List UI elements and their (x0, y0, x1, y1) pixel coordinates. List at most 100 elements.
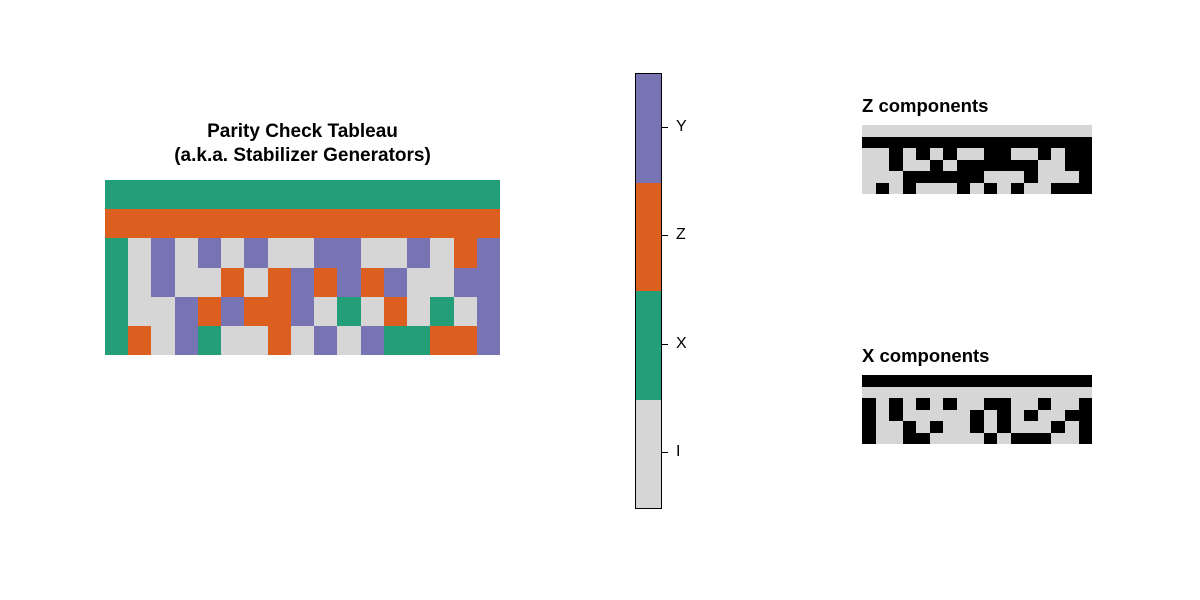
tableau-cell (407, 180, 430, 209)
matrix-cell (997, 410, 1011, 422)
tableau-cell (384, 326, 407, 355)
tableau-cell (314, 297, 337, 326)
tableau-cell (477, 326, 500, 355)
tableau-cell (291, 209, 314, 238)
matrix-cell (970, 421, 984, 433)
tableau-cell (128, 238, 151, 267)
matrix-cell (1065, 398, 1079, 410)
matrix-cell (984, 421, 998, 433)
colorbar-tick (661, 235, 668, 236)
matrix-cell (970, 433, 984, 445)
matrix-cell (1051, 398, 1065, 410)
matrix-cell (1011, 375, 1025, 387)
matrix-cell (876, 433, 890, 445)
matrix-cell (970, 398, 984, 410)
tableau-cell (244, 209, 267, 238)
tableau-cell (384, 180, 407, 209)
matrix-cell (862, 137, 876, 149)
matrix-cell (876, 421, 890, 433)
matrix-cell (1011, 421, 1025, 433)
tableau-cell (244, 326, 267, 355)
matrix-cell (1065, 183, 1079, 195)
tableau-cell (221, 180, 244, 209)
tableau-cell (477, 180, 500, 209)
tableau-cell (407, 209, 430, 238)
matrix-cell (1051, 387, 1065, 399)
tableau-cell (407, 238, 430, 267)
tableau-cell (268, 180, 291, 209)
matrix-cell (916, 171, 930, 183)
matrix-cell (903, 398, 917, 410)
matrix-cell (916, 410, 930, 422)
tableau-cell (128, 268, 151, 297)
matrix-cell (1079, 125, 1093, 137)
matrix-cell (997, 183, 1011, 195)
matrix-cell (957, 421, 971, 433)
colorbar-segment-x (636, 291, 661, 400)
matrix-cell (957, 137, 971, 149)
tableau-cell (105, 180, 128, 209)
matrix-cell (876, 387, 890, 399)
colorbar-tick (661, 452, 668, 453)
matrix-cell (997, 421, 1011, 433)
matrix-cell (930, 410, 944, 422)
matrix-cell (943, 387, 957, 399)
matrix-cell (984, 137, 998, 149)
parity-check-tableau (105, 180, 500, 355)
tableau-cell (221, 238, 244, 267)
matrix-cell (1051, 160, 1065, 172)
matrix-cell (957, 375, 971, 387)
matrix-cell (930, 387, 944, 399)
matrix-cell (984, 375, 998, 387)
tableau-cell (198, 326, 221, 355)
matrix-cell (970, 125, 984, 137)
matrix-cell (862, 148, 876, 160)
matrix-cell (916, 398, 930, 410)
tableau-cell (430, 238, 453, 267)
matrix-cell (1024, 171, 1038, 183)
matrix-cell (1079, 137, 1093, 149)
x-components-title: X components (862, 345, 989, 367)
matrix-cell (957, 387, 971, 399)
z-components-title: Z components (862, 95, 988, 117)
tableau-cell (244, 180, 267, 209)
matrix-cell (1051, 433, 1065, 445)
matrix-cell (1065, 171, 1079, 183)
tableau-cell (198, 180, 221, 209)
matrix-cell (889, 433, 903, 445)
matrix-cell (943, 125, 957, 137)
tableau-cell (105, 326, 128, 355)
matrix-cell (916, 375, 930, 387)
matrix-cell (957, 433, 971, 445)
matrix-cell (957, 160, 971, 172)
colorbar (635, 73, 662, 509)
matrix-cell (903, 410, 917, 422)
matrix-cell (957, 148, 971, 160)
matrix-cell (943, 421, 957, 433)
matrix-cell (997, 160, 1011, 172)
matrix-cell (1011, 433, 1025, 445)
matrix-cell (876, 375, 890, 387)
matrix-cell (957, 410, 971, 422)
matrix-cell (889, 387, 903, 399)
matrix-cell (1038, 171, 1052, 183)
matrix-cell (1051, 375, 1065, 387)
matrix-cell (903, 171, 917, 183)
tableau-cell (268, 209, 291, 238)
tableau-cell (314, 209, 337, 238)
matrix-cell (930, 421, 944, 433)
matrix-cell (970, 137, 984, 149)
tableau-cell (198, 297, 221, 326)
tableau-cell (198, 268, 221, 297)
tableau-cell (151, 180, 174, 209)
matrix-cell (903, 160, 917, 172)
tableau-cell (244, 297, 267, 326)
matrix-cell (916, 433, 930, 445)
matrix-cell (916, 387, 930, 399)
matrix-cell (943, 183, 957, 195)
matrix-cell (957, 398, 971, 410)
colorbar-label-y: Y (676, 118, 687, 136)
matrix-cell (1024, 433, 1038, 445)
matrix-cell (862, 433, 876, 445)
matrix-cell (1038, 410, 1052, 422)
